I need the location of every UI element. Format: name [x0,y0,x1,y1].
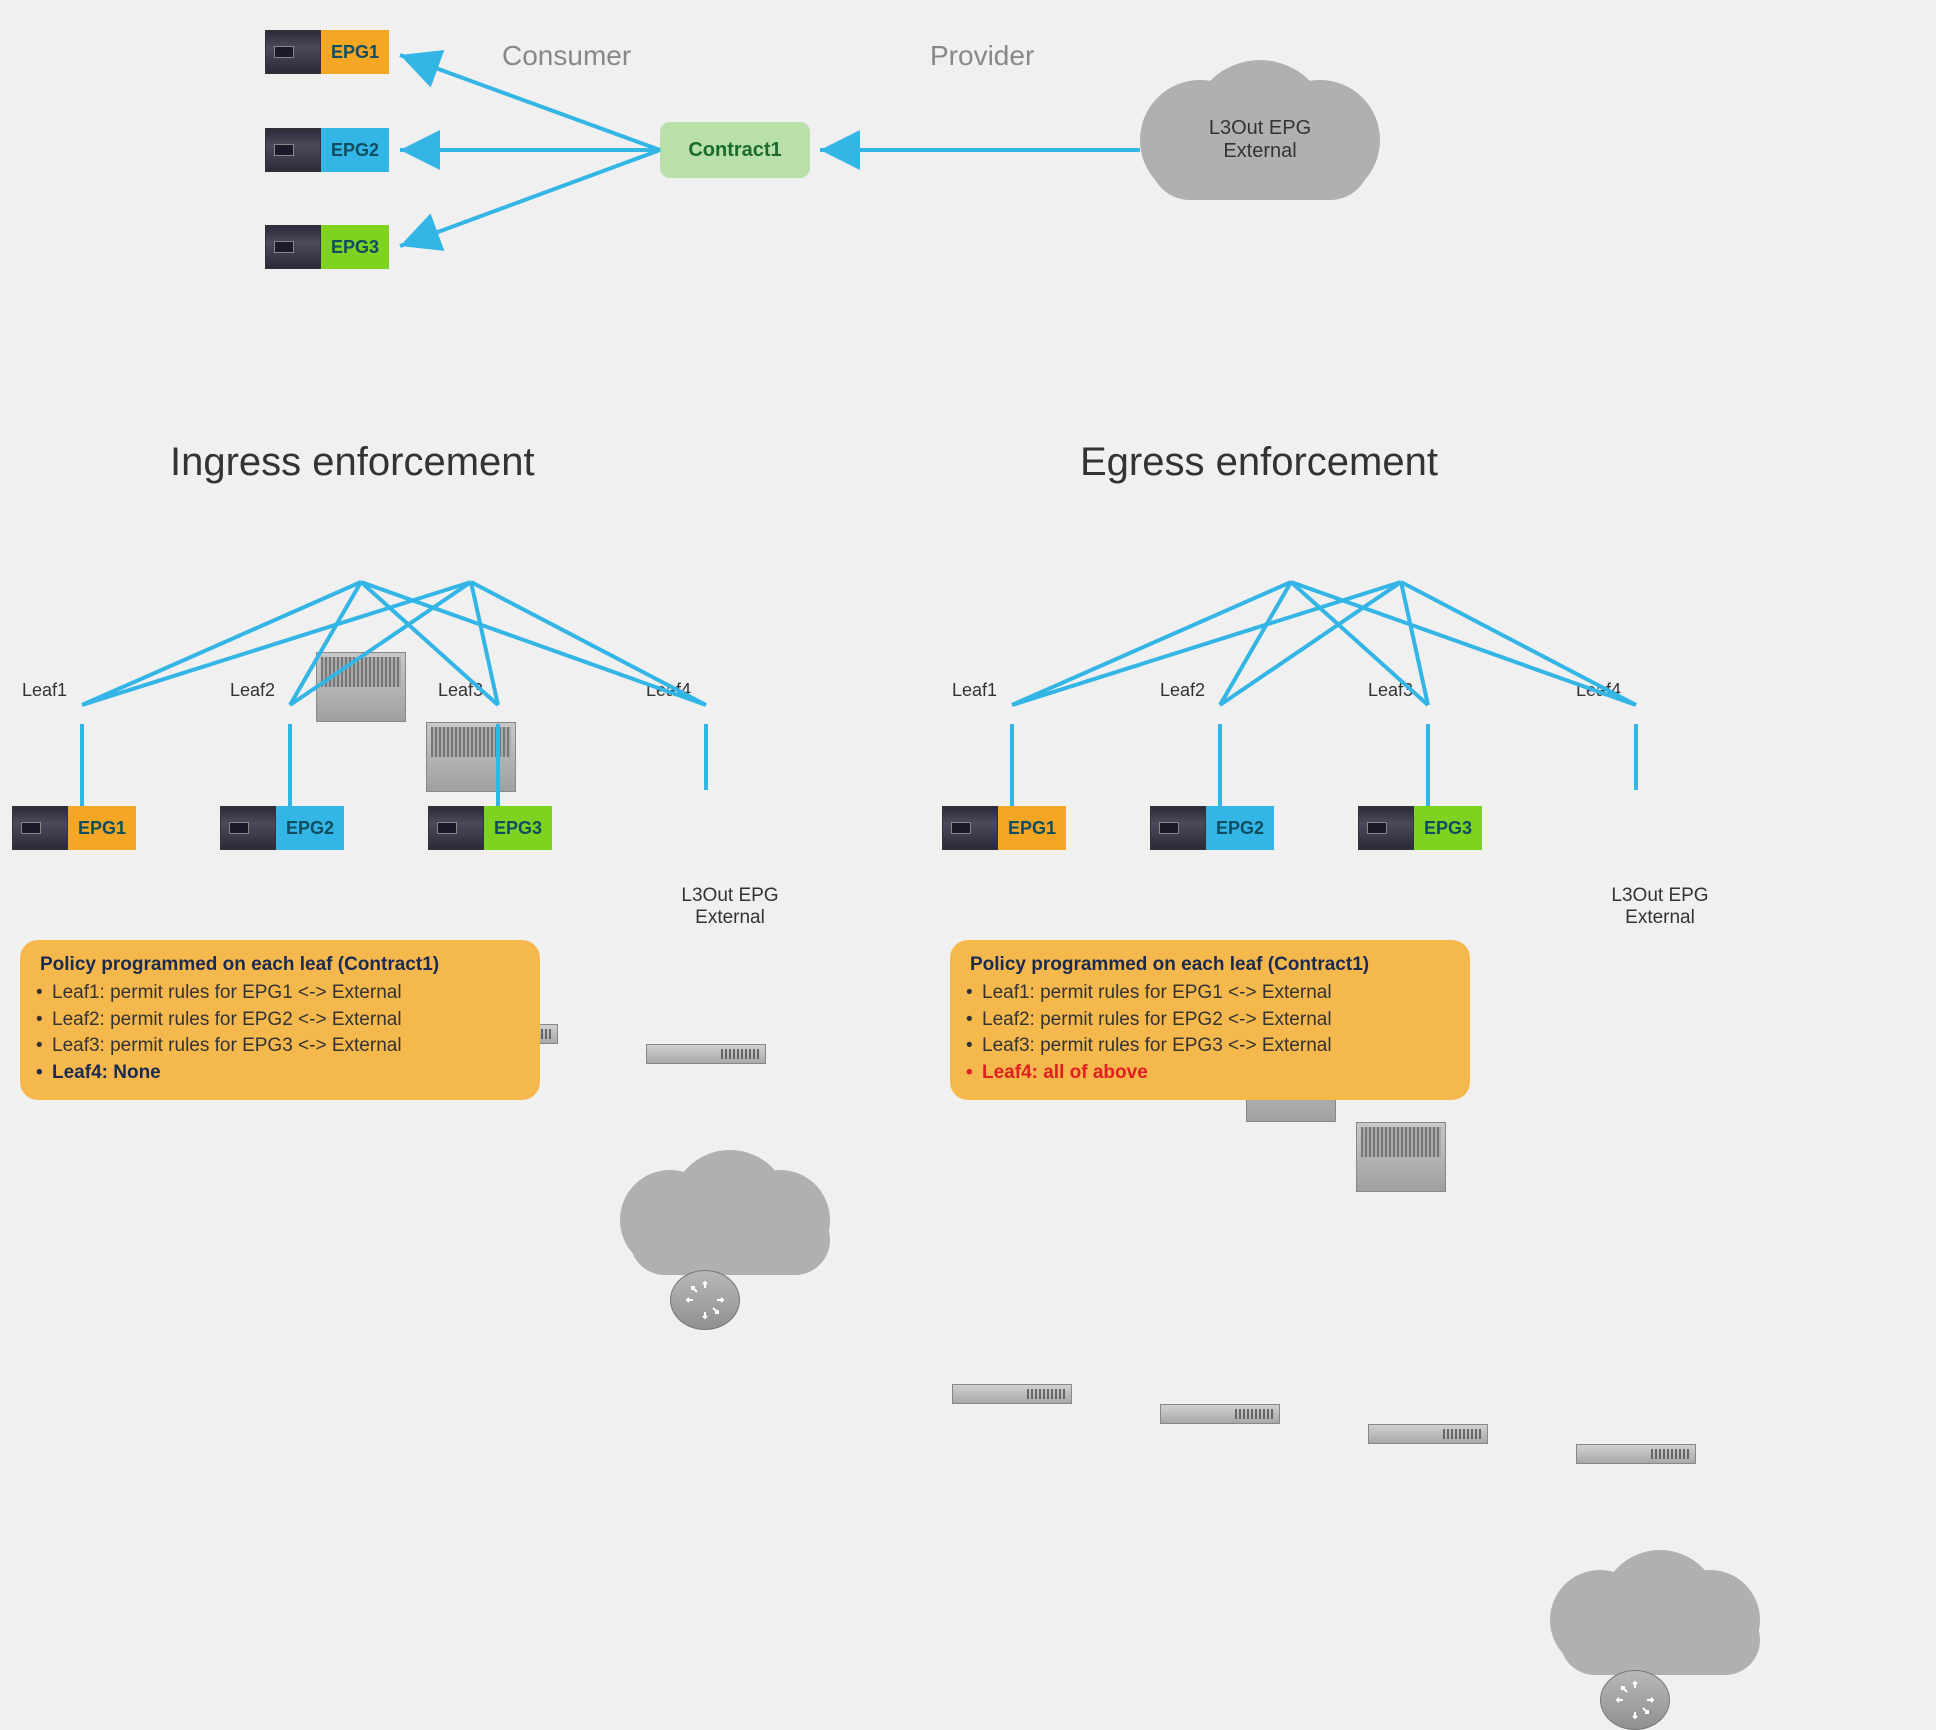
router-icon [670,1270,740,1330]
spine-switch-icon [1356,1122,1446,1192]
server-icon [265,30,321,74]
leaf4-label-egress: Leaf4 [1576,680,1621,701]
cloud-label-egress: L3Out EPG External [1590,885,1730,929]
spine-switch-icon [426,722,516,792]
contract-box: Contract1 [660,122,810,178]
epg1-label: EPG1 [998,806,1066,850]
policy-title: Policy programmed on each leaf (Contract… [40,954,520,976]
server-icon [220,806,276,850]
server-icon [12,806,68,850]
policy-item: Leaf3: permit rules for EPG3 <-> Externa… [40,1033,520,1060]
epg3-device-egress: EPG3 [1358,806,1482,850]
l3out-cloud: L3Out EPG External [1140,70,1380,210]
epg3-device: EPG3 [428,806,552,850]
policy-item-leaf4: Leaf4: None [40,1060,520,1087]
policy-item: Leaf2: permit rules for EPG2 <-> Externa… [970,1007,1450,1034]
leaf4-label: Leaf4 [646,680,691,701]
epg2-device: EPG2 [220,806,344,850]
leaf1-label: Leaf1 [22,680,67,701]
l3out-cloud-egress [1550,1560,1770,1680]
epg2-label: EPG2 [1206,806,1274,850]
router-icon [1600,1670,1670,1730]
egress-title: Egress enforcement [1080,440,1438,485]
consumer-label: Consumer [502,40,631,72]
epg3-label: EPG3 [1414,806,1482,850]
policy-item: Leaf1: permit rules for EPG1 <-> Externa… [40,980,520,1007]
leaf2-label-egress: Leaf2 [1160,680,1205,701]
server-icon [428,806,484,850]
leaf-switch-icon [1576,1444,1696,1464]
epg2-label: EPG2 [276,806,344,850]
spine-switch-icon [316,652,406,722]
policy-title: Policy programmed on each leaf (Contract… [970,954,1450,976]
leaf3-label: Leaf3 [438,680,483,701]
epg1-device: EPG1 [12,806,136,850]
policy-box-egress: Policy programmed on each leaf (Contract… [950,940,1470,1100]
l3out-cloud-ingress [620,1160,840,1280]
policy-item-leaf4: Leaf4: all of above [970,1060,1450,1087]
server-icon [1358,806,1414,850]
policy-item: Leaf1: permit rules for EPG1 <-> Externa… [970,980,1450,1007]
epg1-label: EPG1 [321,30,389,74]
policy-item: Leaf2: permit rules for EPG2 <-> Externa… [40,1007,520,1034]
epg3-group: EPG3 [265,225,389,269]
policy-item: Leaf3: permit rules for EPG3 <-> Externa… [970,1033,1450,1060]
leaf2-label: Leaf2 [230,680,275,701]
epg2-group: EPG2 [265,128,389,172]
leaf-switch-icon [952,1384,1072,1404]
leaf-switch-icon [646,1044,766,1064]
epg3-label: EPG3 [484,806,552,850]
epg3-label: EPG3 [321,225,389,269]
server-icon [265,225,321,269]
epg2-label: EPG2 [321,128,389,172]
ingress-title: Ingress enforcement [170,440,535,485]
epg1-label: EPG1 [68,806,136,850]
epg1-group: EPG1 [265,30,389,74]
leaf3-label-egress: Leaf3 [1368,680,1413,701]
cloud-label-ingress: L3Out EPG External [660,885,800,929]
epg1-device-egress: EPG1 [942,806,1066,850]
leaf1-label-egress: Leaf1 [952,680,997,701]
epg2-device-egress: EPG2 [1150,806,1274,850]
provider-label: Provider [930,40,1034,72]
leaf-switch-icon [1368,1424,1488,1444]
server-icon [942,806,998,850]
cloud-line2: External [1140,140,1380,163]
policy-box-ingress: Policy programmed on each leaf (Contract… [20,940,540,1100]
leaf-switch-icon [1160,1404,1280,1424]
server-icon [265,128,321,172]
cloud-line1: L3Out EPG [1140,117,1380,140]
server-icon [1150,806,1206,850]
